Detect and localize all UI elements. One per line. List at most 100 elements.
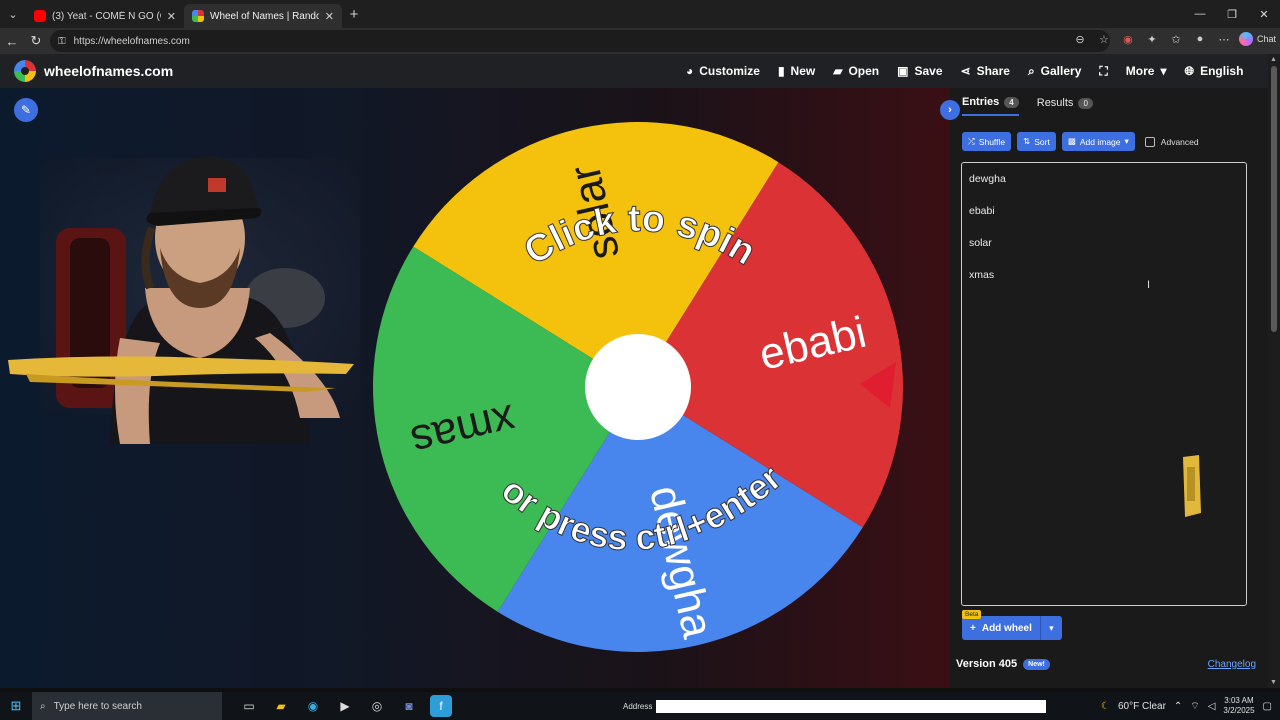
- restore-icon[interactable]: ❐: [1216, 0, 1248, 28]
- open-button[interactable]: ▰ Open: [833, 64, 879, 78]
- browser-toolbar: ← ↻ ⚿ https://wheelofnames.com ⊖ ☆ ◉ ✦ ✩…: [0, 28, 1280, 54]
- advanced-checkbox[interactable]: Advanced: [1144, 136, 1199, 147]
- scroll-up-icon[interactable]: ▲: [1270, 56, 1277, 63]
- obs-icon[interactable]: ◎: [366, 695, 388, 717]
- file-icon: ▮: [777, 64, 785, 78]
- globe-icon: 🌐︎: [1184, 63, 1195, 78]
- entries-textarea[interactable]: dewgha ebabi solar xmas I: [961, 162, 1247, 606]
- collapse-sidebar-chevron-icon[interactable]: ›: [940, 100, 960, 120]
- list-item: solar: [969, 237, 992, 249]
- address-input[interactable]: [656, 699, 1047, 713]
- button-label: Add image: [1079, 136, 1121, 147]
- volume-icon[interactable]: ◁: [1208, 701, 1216, 712]
- site-logo[interactable]: wheelofnames.com: [14, 60, 173, 82]
- media-player-icon[interactable]: ▶: [334, 695, 356, 717]
- page-scrollbar[interactable]: ▲ ▼: [1268, 54, 1280, 688]
- save-button[interactable]: ▣ Save: [897, 64, 942, 78]
- scroll-down-icon[interactable]: ▼: [1270, 679, 1277, 686]
- minimize-icon[interactable]: —: [1184, 0, 1216, 28]
- app-f-icon[interactable]: f: [430, 695, 452, 717]
- chat-label: Chat: [1256, 34, 1276, 44]
- save-icon: ▣: [897, 64, 909, 78]
- beta-badge: Beta: [962, 610, 982, 619]
- refresh-icon[interactable]: ↻: [24, 29, 48, 53]
- browser-tab-wheelofnames[interactable]: Wheel of Names | Random name ... ✕: [184, 4, 342, 28]
- more-options-icon[interactable]: ⋯: [1215, 30, 1233, 48]
- tab-actions-menu-icon[interactable]: ⌄: [0, 0, 26, 28]
- reader-icon[interactable]: ⊖: [1071, 30, 1089, 48]
- taskbar-search[interactable]: ⌕ Type here to search: [32, 692, 222, 720]
- wifi-icon[interactable]: ⌔: [1190, 700, 1199, 713]
- file-explorer-icon[interactable]: ▰: [270, 695, 292, 717]
- button-label: Sort: [1034, 136, 1050, 147]
- edge-browser-icon[interactable]: ◉: [302, 695, 324, 717]
- clock[interactable]: 3:03 AM 3/2/2025: [1223, 696, 1254, 716]
- spinning-wheel[interactable]: solarebabidewghaxmas Click to spin or pr…: [370, 122, 910, 658]
- edit-pencil-icon[interactable]: ✎: [14, 98, 38, 122]
- changelog-link[interactable]: Changelog: [1208, 659, 1256, 670]
- add-wheel-dropdown-icon[interactable]: ▾: [1039, 616, 1062, 640]
- customize-button[interactable]: ◕ Customize: [686, 64, 760, 78]
- entries-count-badge: 4: [1004, 96, 1019, 108]
- taskbar-apps: ▭ ▰ ◉ ▶ ◎ ◙ f: [238, 695, 452, 717]
- address-bar[interactable]: ⚿ https://wheelofnames.com: [50, 30, 1110, 52]
- wheel-favicon-icon: [192, 10, 204, 22]
- version-text: Version 405: [956, 658, 1018, 670]
- fullscreen-button[interactable]: ⛶: [1099, 64, 1107, 79]
- site-info-icon[interactable]: ⚿: [58, 36, 66, 47]
- sort-button[interactable]: ⇅ Sort: [1017, 132, 1056, 151]
- tab-results[interactable]: Results 0: [1037, 96, 1093, 116]
- tray-chevron-up-icon[interactable]: ⌃: [1174, 701, 1182, 712]
- add-image-button[interactable]: ▩ Add image ▾: [1061, 132, 1135, 151]
- url-text: https://wheelofnames.com: [73, 35, 190, 47]
- menu-label: New: [790, 64, 816, 78]
- menu-label: English: [1200, 64, 1244, 78]
- ticket-sticker-icon: [1183, 455, 1201, 517]
- image-icon: ▩: [1067, 136, 1076, 146]
- text-cursor-icon: I: [1147, 279, 1151, 291]
- add-wheel-button[interactable]: + Add wheel: [962, 616, 1040, 640]
- wheel-center-hub[interactable]: [585, 334, 691, 440]
- weather-moon-icon: ☾: [1101, 700, 1110, 712]
- share-button[interactable]: ⋖ Share: [961, 64, 1010, 78]
- more-button[interactable]: More ▾: [1126, 64, 1167, 78]
- puzzle-icon[interactable]: ✦: [1143, 30, 1161, 48]
- weather-text[interactable]: 60°F Clear: [1118, 701, 1166, 712]
- menu-label: More: [1125, 64, 1155, 78]
- copilot-chat-button[interactable]: Chat: [1238, 32, 1276, 46]
- new-tab-icon[interactable]: +: [342, 6, 366, 23]
- shuffle-button[interactable]: ⤮ Shuffle: [962, 132, 1012, 151]
- extension-icon[interactable]: ◉: [1119, 30, 1137, 48]
- browser-tabbar: ⌄ (3) Yeat - COMË N GO (Official M... ✕ …: [0, 0, 1280, 28]
- back-icon[interactable]: ←: [0, 29, 24, 53]
- palette-icon: ◕: [686, 64, 694, 78]
- button-label: Add wheel: [981, 622, 1032, 634]
- task-view-icon[interactable]: ▭: [238, 695, 260, 717]
- notifications-icon[interactable]: ▢: [1263, 701, 1272, 712]
- language-button[interactable]: 🌐︎ English: [1184, 64, 1243, 79]
- tab-entries[interactable]: Entries 4: [962, 96, 1019, 116]
- discord-icon[interactable]: ◙: [398, 695, 420, 717]
- entries-sidebar: › Entries 4 Results 0 ⤮ Shuffle ⇅ Sort ▩ Ad…: [940, 88, 1268, 688]
- favorite-star-icon[interactable]: ☆: [1095, 30, 1113, 48]
- youtube-favicon-icon: [34, 10, 46, 22]
- sidebar-tabs: Entries 4 Results 0: [962, 96, 1093, 116]
- add-wheel-split-button: + Add wheel ▾: [962, 616, 1062, 640]
- windows-start-icon[interactable]: ⊞: [0, 692, 32, 720]
- close-tab-icon[interactable]: ✕: [325, 10, 334, 23]
- window-controls: — ❐ ✕: [1184, 0, 1280, 28]
- checkbox-box[interactable]: [1144, 136, 1155, 147]
- close-tab-icon[interactable]: ✕: [167, 10, 176, 23]
- search-icon: ⌕: [40, 700, 46, 712]
- profile-avatar-icon[interactable]: ●: [1191, 30, 1209, 48]
- wheel-stage: ✎ solar ebabi dewgha xmas Click to spin …: [0, 88, 950, 688]
- gallery-button[interactable]: ⌕ Gallery: [1028, 64, 1081, 79]
- scrollbar-thumb[interactable]: [1271, 66, 1277, 332]
- close-window-icon[interactable]: ✕: [1248, 0, 1280, 28]
- app-header: wheelofnames.com ◕ Customize ▮ New ▰ Open ▣…: [0, 54, 1270, 88]
- tab-label: Entries: [962, 96, 1000, 108]
- browser-tab-youtube[interactable]: (3) Yeat - COMË N GO (Official M... ✕: [26, 4, 184, 28]
- new-button[interactable]: ▮ New: [778, 64, 815, 78]
- favorites-icon[interactable]: ✩: [1167, 30, 1185, 48]
- list-item: ebabi: [969, 205, 995, 217]
